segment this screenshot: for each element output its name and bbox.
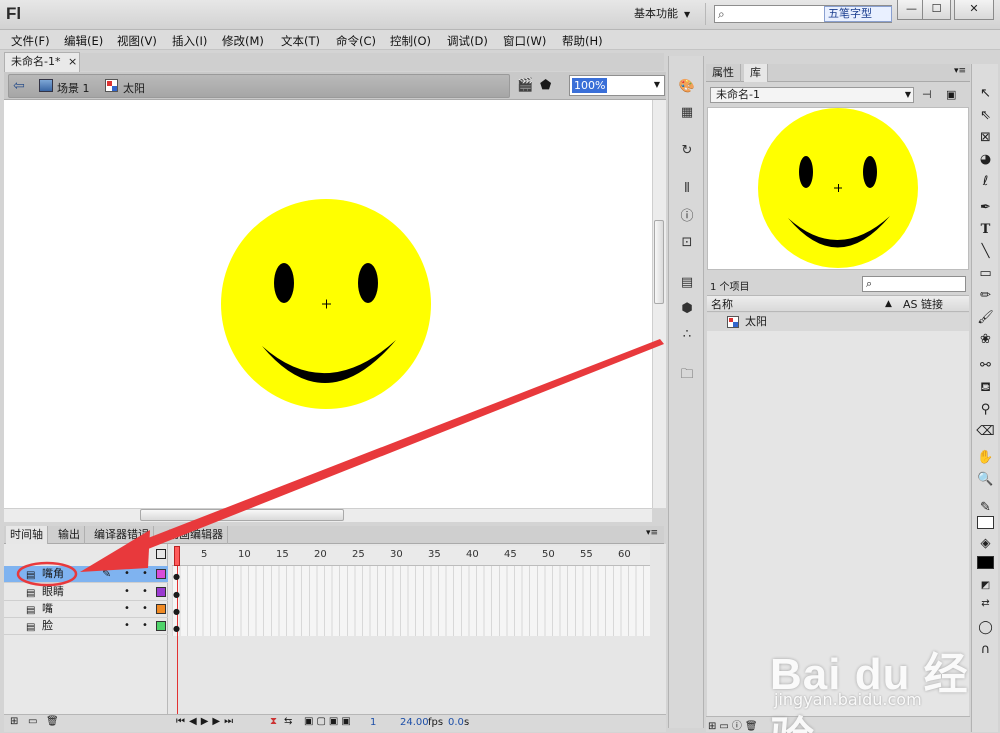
annotation-arrow-head <box>80 530 150 572</box>
highlight-circle <box>16 561 78 587</box>
watermark-brand: Bai du 经验 <box>770 650 969 733</box>
annotation-arrow-shaft <box>130 339 664 553</box>
baidu-watermark: Bai du 经验 jingyan.baidu.com <box>770 622 1000 733</box>
watermark-url: jingyan.baidu.com <box>774 690 922 709</box>
